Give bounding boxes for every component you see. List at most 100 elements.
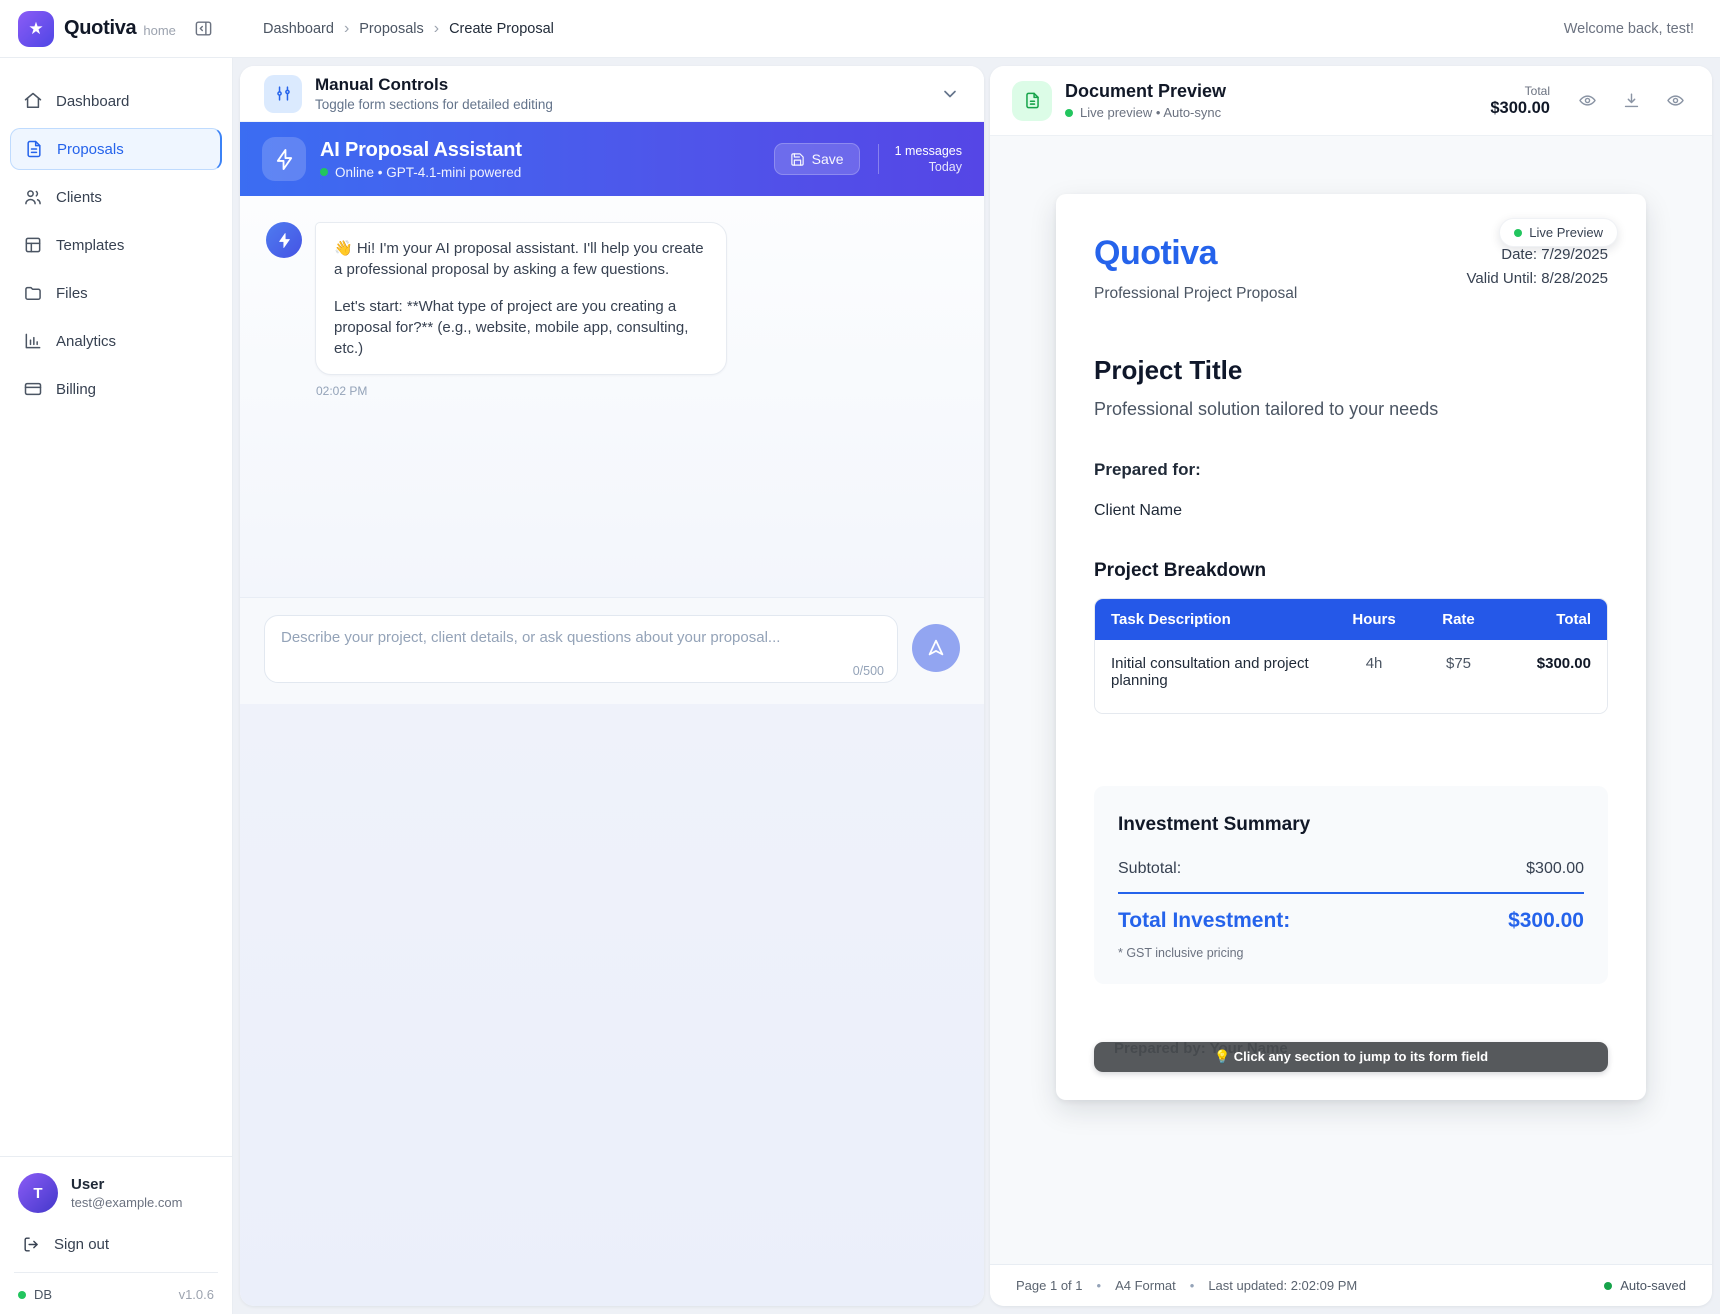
sidebar-item-label: Billing bbox=[56, 381, 96, 398]
document-meta: Live Preview Date: 7/29/2025 Valid Until… bbox=[1467, 234, 1608, 303]
chat-input[interactable] bbox=[264, 615, 898, 683]
brand-suffix: home bbox=[143, 23, 176, 38]
project-title[interactable]: Project Title bbox=[1094, 355, 1608, 386]
autosave-dot bbox=[1604, 1282, 1612, 1290]
investment-summary[interactable]: Investment Summary Subtotal: $300.00 Tot… bbox=[1094, 786, 1608, 984]
zap-icon bbox=[262, 137, 306, 181]
save-button[interactable]: Save bbox=[774, 143, 860, 175]
document-green-icon bbox=[1012, 81, 1052, 121]
sidebar-item-templates[interactable]: Templates bbox=[10, 224, 222, 266]
breadcrumb: Dashboard › Proposals › Create Proposal bbox=[263, 20, 554, 38]
format-indicator: A4 Format bbox=[1115, 1278, 1176, 1293]
sign-out-button[interactable]: Sign out bbox=[22, 1235, 214, 1254]
sidebar-item-label: Files bbox=[56, 285, 88, 302]
document-preview-panel: Document Preview Live preview • Auto-syn… bbox=[990, 66, 1712, 1306]
sidebar-item-label: Clients bbox=[56, 189, 102, 206]
message-paragraph-1: 👋 Hi! I'm your AI proposal assistant. I'… bbox=[334, 238, 708, 281]
col-rate: Rate bbox=[1418, 599, 1500, 640]
chevron-down-icon[interactable] bbox=[940, 84, 960, 104]
breadcrumb-proposals[interactable]: Proposals bbox=[359, 21, 423, 37]
sidebar-nav: Dashboard Proposals Clients Templates Fi… bbox=[0, 58, 232, 410]
subtotal-label: Subtotal: bbox=[1118, 860, 1181, 878]
autosave-label: Auto-saved bbox=[1620, 1278, 1686, 1293]
manual-controls-title: Manual Controls bbox=[315, 75, 553, 95]
preview-body: Quotiva Professional Project Proposal Li… bbox=[990, 136, 1712, 1264]
subtotal-value: $300.00 bbox=[1526, 860, 1584, 878]
total-label: Total bbox=[1490, 84, 1550, 98]
preview-status-text: Live preview • Auto-sync bbox=[1080, 105, 1221, 120]
autosave-status: Auto-saved bbox=[1604, 1278, 1686, 1293]
preview-title: Document Preview bbox=[1065, 81, 1226, 102]
download-icon[interactable] bbox=[1616, 86, 1646, 116]
brand-zone: ★ Quotiva home bbox=[0, 11, 233, 47]
chat-messages-area: 👋 Hi! I'm your AI proposal assistant. I'… bbox=[240, 196, 984, 597]
sidebar-item-billing[interactable]: Billing bbox=[10, 368, 222, 410]
client-name[interactable]: Client Name bbox=[1094, 502, 1608, 520]
sidebar-item-label: Analytics bbox=[56, 333, 116, 350]
save-label: Save bbox=[812, 151, 844, 167]
project-breakdown-title: Project Breakdown bbox=[1094, 560, 1608, 582]
user-row[interactable]: T User test@example.com bbox=[18, 1173, 214, 1213]
gst-note: * GST inclusive pricing bbox=[1118, 946, 1584, 960]
footer-separator: • bbox=[1190, 1278, 1195, 1293]
proposal-document[interactable]: Quotiva Professional Project Proposal Li… bbox=[1056, 194, 1646, 1100]
top-header: ★ Quotiva home Dashboard › Proposals › C… bbox=[0, 0, 1720, 58]
breakdown-table[interactable]: Task Description Hours Rate Total Initia… bbox=[1094, 598, 1608, 714]
breadcrumb-create-proposal: Create Proposal bbox=[449, 21, 554, 37]
chat-panel-filler bbox=[240, 704, 984, 1306]
send-button[interactable] bbox=[912, 624, 960, 672]
welcome-message: Welcome back, test! bbox=[1564, 21, 1720, 37]
chat-panel: Manual Controls Toggle form sections for… bbox=[240, 66, 984, 1306]
messages-count: 1 messages bbox=[895, 144, 962, 158]
preview-footer: Page 1 of 1 • A4 Format • Last updated: … bbox=[990, 1264, 1712, 1306]
jump-tooltip: 💡 Click any section to jump to its form … bbox=[1094, 1042, 1608, 1072]
cell-rate: $75 bbox=[1418, 640, 1500, 713]
breadcrumb-separator: › bbox=[344, 20, 349, 38]
sidebar-item-dashboard[interactable]: Dashboard bbox=[10, 80, 222, 122]
badge-dot bbox=[1514, 229, 1522, 237]
sidebar-item-analytics[interactable]: Analytics bbox=[10, 320, 222, 362]
user-email: test@example.com bbox=[71, 1195, 182, 1210]
app-logo: ★ bbox=[18, 11, 54, 47]
document-subtitle: Professional Project Proposal bbox=[1094, 285, 1297, 303]
sidebar-collapse-icon[interactable] bbox=[194, 19, 213, 38]
eye-icon[interactable] bbox=[1572, 86, 1602, 116]
ai-assistant-status: Online • GPT-4.1-mini powered bbox=[335, 165, 521, 180]
layout-template-icon bbox=[23, 235, 43, 255]
breadcrumb-separator: › bbox=[434, 20, 439, 38]
sidebar: Dashboard Proposals Clients Templates Fi… bbox=[0, 58, 233, 1314]
total-investment-label: Total Investment: bbox=[1118, 909, 1290, 933]
sidebar-item-files[interactable]: Files bbox=[10, 272, 222, 314]
file-text-icon bbox=[24, 139, 44, 159]
folder-icon bbox=[23, 283, 43, 303]
sliders-icon bbox=[264, 75, 302, 113]
ai-assistant-title: AI Proposal Assistant bbox=[320, 139, 522, 162]
zap-avatar-icon bbox=[266, 222, 302, 258]
send-icon bbox=[925, 637, 947, 659]
table-header-row: Task Description Hours Rate Total bbox=[1095, 599, 1607, 640]
messages-day: Today bbox=[895, 160, 962, 174]
ai-assistant-header: AI Proposal Assistant Online • GPT-4.1-m… bbox=[240, 122, 984, 196]
sidebar-item-label: Templates bbox=[56, 237, 124, 254]
header-total-block: Total $300.00 bbox=[1490, 84, 1550, 118]
total-value: $300.00 bbox=[1490, 99, 1550, 118]
total-investment-value: $300.00 bbox=[1508, 909, 1584, 933]
manual-controls-header[interactable]: Manual Controls Toggle form sections for… bbox=[240, 66, 984, 122]
table-row[interactable]: Initial consultation and project plannin… bbox=[1095, 640, 1607, 713]
breadcrumb-dashboard[interactable]: Dashboard bbox=[263, 21, 334, 37]
logout-icon bbox=[22, 1235, 41, 1254]
col-task: Task Description bbox=[1095, 599, 1331, 640]
visibility-icon[interactable] bbox=[1660, 86, 1690, 116]
divider bbox=[14, 1272, 218, 1273]
save-icon bbox=[790, 152, 805, 167]
document-preview-header: Document Preview Live preview • Auto-syn… bbox=[990, 66, 1712, 136]
star-icon: ★ bbox=[28, 19, 43, 39]
user-name: User bbox=[71, 1176, 182, 1193]
sidebar-item-proposals[interactable]: Proposals bbox=[10, 128, 222, 170]
sidebar-item-clients[interactable]: Clients bbox=[10, 176, 222, 218]
assistant-message: 👋 Hi! I'm your AI proposal assistant. I'… bbox=[266, 222, 958, 375]
project-subtitle[interactable]: Professional solution tailored to your n… bbox=[1094, 399, 1608, 420]
db-status-dot bbox=[18, 1291, 26, 1299]
document-date: Date: 7/29/2025 bbox=[1467, 246, 1608, 263]
app-version: v1.0.6 bbox=[179, 1287, 214, 1302]
